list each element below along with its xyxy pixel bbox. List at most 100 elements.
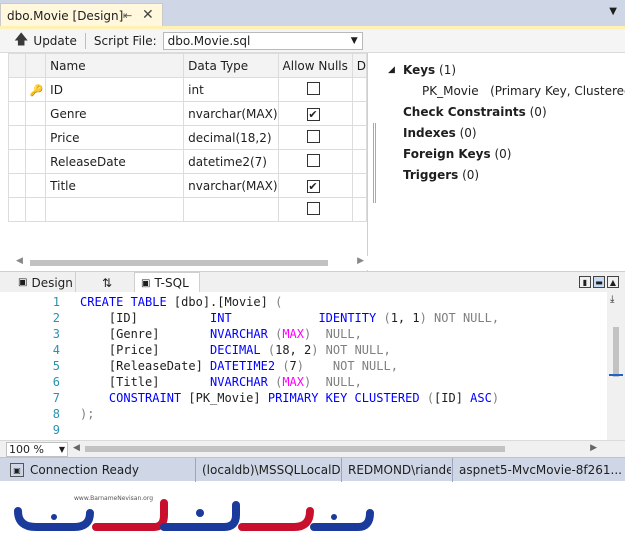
pin-icon[interactable]: ⇤ bbox=[123, 9, 132, 22]
cell-name[interactable]: ID bbox=[45, 77, 185, 102]
cell-name[interactable]: Price bbox=[45, 125, 185, 150]
cell-default[interactable] bbox=[351, 77, 368, 102]
allow-nulls-checkbox[interactable] bbox=[306, 81, 320, 95]
scroll-right-icon[interactable]: ▶ bbox=[590, 443, 597, 453]
update-button-label: Update bbox=[33, 33, 77, 48]
row-selector[interactable] bbox=[24, 125, 47, 150]
editor-vertical-scrollbar[interactable]: ⤓ bbox=[607, 292, 625, 440]
horizontal-split-icon[interactable]: ▬ bbox=[593, 276, 605, 288]
row-selector[interactable] bbox=[24, 149, 47, 174]
table-row[interactable]: ReleaseDate datetime2(7) bbox=[8, 149, 368, 174]
grid-header-row: Name Data Type Allow Nulls D bbox=[8, 53, 368, 78]
cell-type[interactable]: datetime2(7) bbox=[183, 149, 279, 174]
check-constraints-node[interactable]: Check Constraints (0) bbox=[403, 105, 547, 119]
cell-default[interactable] bbox=[351, 149, 368, 174]
zoom-value: 100 % bbox=[9, 443, 44, 456]
cell-type[interactable]: decimal(18,2) bbox=[183, 125, 279, 150]
keys-node[interactable]: Keys (1) bbox=[403, 63, 456, 77]
code-line[interactable]: [ID] INT IDENTITY (1, 1) NOT NULL, bbox=[80, 311, 499, 325]
allow-nulls-checkbox[interactable]: ✔ bbox=[306, 107, 320, 121]
scroll-thumb[interactable] bbox=[613, 327, 619, 377]
vertical-split-icon[interactable]: ▮ bbox=[579, 276, 591, 288]
cell-allow-nulls[interactable] bbox=[277, 149, 353, 174]
cell-type[interactable]: nvarchar(MAX) bbox=[183, 173, 279, 198]
indexes-node[interactable]: Indexes (0) bbox=[403, 126, 477, 140]
row-selector[interactable] bbox=[24, 197, 47, 222]
header-name[interactable]: Name bbox=[45, 53, 185, 78]
scroll-thumb[interactable] bbox=[30, 260, 328, 266]
grid-corner bbox=[8, 53, 26, 78]
line-number: 8 bbox=[52, 407, 60, 421]
pane-tabs: ▣ Design ⇅ ▣ T-SQL ▮ ▬ ▲ bbox=[0, 271, 625, 293]
swap-icon: ⇅ bbox=[102, 275, 113, 290]
cell-type[interactable] bbox=[183, 197, 279, 222]
tab-design[interactable]: ▣ Design bbox=[14, 272, 76, 293]
code-line[interactable]: CONSTRAINT [PK_Movie] PRIMARY KEY CLUSTE… bbox=[80, 391, 499, 405]
row-selector[interactable]: 🔑 bbox=[24, 77, 47, 102]
cell-name[interactable]: Genre bbox=[45, 101, 185, 126]
table-row[interactable]: 🔑 ID int bbox=[8, 77, 368, 102]
row-selector[interactable] bbox=[24, 173, 47, 198]
cell-name[interactable]: ReleaseDate bbox=[45, 149, 185, 174]
header-data-type[interactable]: Data Type bbox=[183, 53, 279, 78]
cell-allow-nulls[interactable]: ✔ bbox=[277, 101, 353, 126]
line-number: 4 bbox=[52, 343, 60, 357]
splitter-grip[interactable] bbox=[373, 123, 376, 203]
table-row[interactable]: Genre nvarchar(MAX) ✔ bbox=[8, 101, 368, 126]
cell-default[interactable] bbox=[351, 173, 368, 198]
allow-nulls-checkbox[interactable]: ✔ bbox=[306, 179, 320, 193]
table-row[interactable]: Title nvarchar(MAX) ✔ bbox=[8, 173, 368, 198]
sql-editor[interactable]: 1 2 3 4 5 6 7 8 9 CREATE TABLE [dbo].[Mo… bbox=[0, 292, 625, 440]
status-bar: ▣ Connection Ready (localdb)\MSSQLLocalD… bbox=[0, 457, 625, 482]
allow-nulls-checkbox[interactable] bbox=[306, 201, 320, 215]
tab-tsql[interactable]: ▣ T-SQL bbox=[134, 272, 200, 293]
grid-horizontal-scrollbar[interactable]: ◀ ▶ bbox=[8, 256, 368, 270]
user-text: REDMOND\riande bbox=[348, 463, 451, 477]
collapse-pane-icon[interactable]: ▲ bbox=[607, 276, 619, 288]
row-selector[interactable] bbox=[24, 101, 47, 126]
row-gutter bbox=[8, 77, 26, 102]
header-allow-nulls[interactable]: Allow Nulls bbox=[277, 53, 353, 78]
swap-panes-button[interactable]: ⇅ bbox=[96, 272, 124, 293]
cell-default[interactable] bbox=[351, 197, 368, 222]
code-line[interactable]: [Genre] NVARCHAR (MAX) NULL, bbox=[80, 327, 362, 341]
line-number-gutter: 1 2 3 4 5 6 7 8 9 bbox=[0, 292, 70, 440]
table-row-new[interactable] bbox=[8, 197, 368, 222]
code-line[interactable]: [Price] DECIMAL (18, 2) NOT NULL, bbox=[80, 343, 391, 357]
allow-nulls-checkbox[interactable] bbox=[306, 129, 320, 143]
allow-nulls-checkbox[interactable] bbox=[306, 153, 320, 167]
cell-type[interactable]: nvarchar(MAX) bbox=[183, 101, 279, 126]
update-button[interactable]: 🡅 Update bbox=[14, 31, 77, 51]
scroll-left-icon[interactable]: ◀ bbox=[16, 256, 23, 266]
triggers-node[interactable]: Triggers (0) bbox=[403, 168, 479, 182]
cell-name[interactable] bbox=[45, 197, 185, 222]
cell-default[interactable] bbox=[351, 125, 368, 150]
cell-type[interactable]: int bbox=[183, 77, 279, 102]
code-line[interactable]: ); bbox=[80, 407, 94, 421]
scroll-right-icon[interactable]: ▶ bbox=[357, 256, 364, 266]
table-row[interactable]: Price decimal(18,2) bbox=[8, 125, 368, 150]
chevron-down-icon[interactable]: ▼ bbox=[609, 6, 617, 17]
cell-allow-nulls[interactable]: ✔ bbox=[277, 173, 353, 198]
row-gutter bbox=[8, 125, 26, 150]
script-file-select[interactable]: dbo.Movie.sql ▼ bbox=[162, 31, 363, 50]
row-gutter bbox=[8, 197, 26, 222]
header-default[interactable]: D bbox=[351, 53, 368, 78]
cell-allow-nulls[interactable] bbox=[277, 125, 353, 150]
cell-name[interactable]: Title bbox=[45, 173, 185, 198]
code-line[interactable]: CREATE TABLE [dbo].[Movie] ( bbox=[80, 295, 282, 309]
scroll-left-icon[interactable]: ◀ bbox=[73, 443, 80, 453]
split-editor-icon[interactable]: ⤓ bbox=[610, 294, 614, 305]
foreign-keys-node[interactable]: Foreign Keys (0) bbox=[403, 147, 511, 161]
collapse-triangle-icon[interactable]: ◢ bbox=[388, 65, 395, 75]
scroll-thumb[interactable] bbox=[85, 446, 505, 452]
cell-allow-nulls[interactable] bbox=[277, 77, 353, 102]
code-line[interactable]: [Title] NVARCHAR (MAX) NULL, bbox=[80, 375, 362, 389]
close-icon[interactable]: ✕ bbox=[142, 7, 154, 23]
cell-default[interactable] bbox=[351, 101, 368, 126]
cell-allow-nulls[interactable] bbox=[277, 197, 353, 222]
code-line[interactable]: [ReleaseDate] DATETIME2 (7) NOT NULL, bbox=[80, 359, 398, 373]
zoom-select[interactable]: 100 % ▼ bbox=[6, 442, 68, 457]
pk-node[interactable]: PK_Movie (Primary Key, Clustered: I bbox=[422, 84, 625, 98]
document-tab[interactable]: dbo.Movie [Design] ⇤ ✕ bbox=[0, 3, 163, 28]
